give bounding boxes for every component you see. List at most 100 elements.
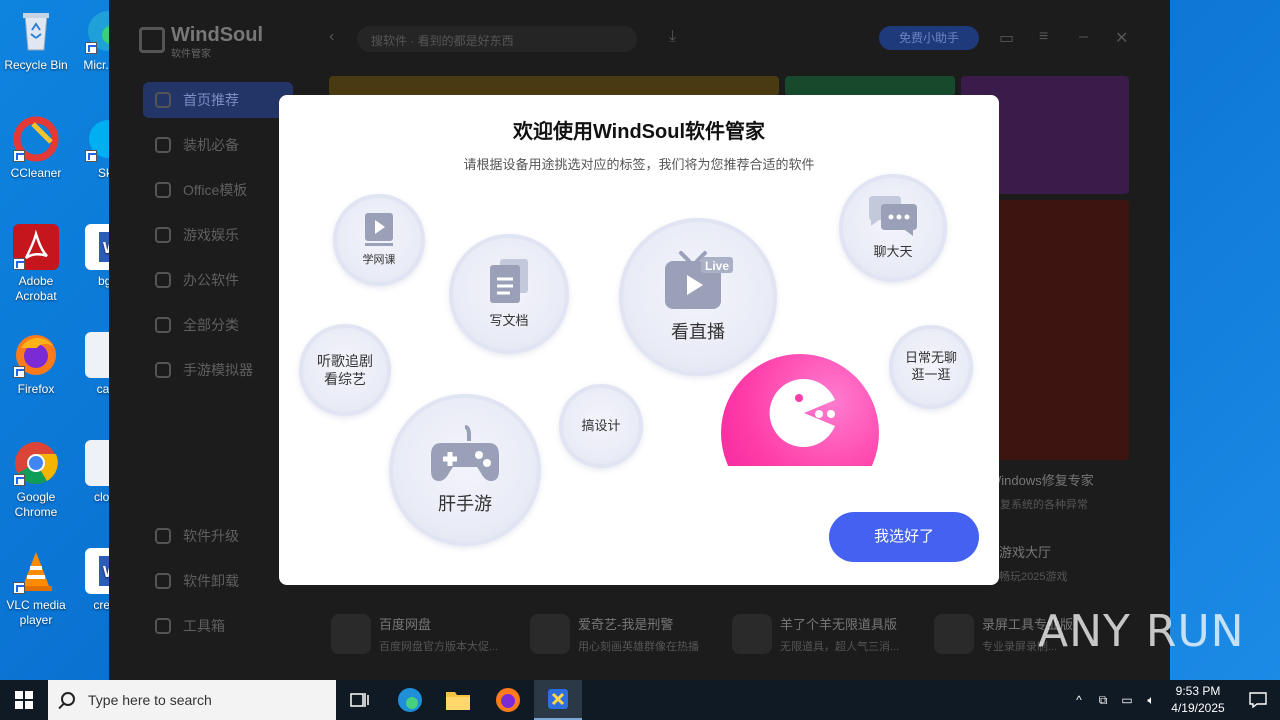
firefox-icon [13,332,59,378]
banner-tile[interactable] [329,76,779,96]
sidebar-item-office-software[interactable]: 办公软件 [143,262,293,298]
tag-label: 学网课 [362,253,396,266]
edge-icon [398,688,422,712]
taskbar-file-explorer[interactable] [434,680,482,720]
pacman-icon [769,379,835,447]
sidebar-item-label: 软件卸载 [183,573,239,589]
monitor-icon [155,137,171,153]
desktop-icon-adobe-acrobat[interactable]: Adobe Acrobat [0,224,72,304]
display-icon[interactable]: ▭ [1116,680,1138,720]
tag-label: 看直播 [671,322,725,343]
tag-label: 搞设计 [581,417,621,433]
sidebar-item-all-categories[interactable]: 全部分类 [143,307,293,343]
tag-mobile-games[interactable]: 肝手游 [389,394,541,546]
tag-bored-browse[interactable]: 日常无聊 逛一逛 [889,325,973,409]
confirm-button[interactable]: 我选好了 [829,512,979,562]
desktop-icon-google-chrome[interactable]: Google Chrome [0,440,72,520]
shortcut-arrow-icon [13,366,25,378]
taskbar-search-input[interactable]: Type here to search [48,680,336,720]
anyrun-watermark: ANY RUN [1038,606,1245,657]
bottom-app-subtitle: 百度网盘官方版本大促... [379,641,499,653]
download-icon[interactable]: ⤓ [669,28,676,46]
bottom-app-title: 羊了个羊无限道具版 [780,617,898,632]
volume-icon[interactable]: 🔈︎ [1140,680,1162,720]
tag-online-course[interactable]: 学网课 [333,194,425,286]
sidebar-item-essentials[interactable]: 装机必备 [143,127,293,163]
sheep-game-icon [732,614,772,654]
sidebar-item-label: 游戏娱乐 [183,227,239,243]
sidebar-item-uninstall[interactable]: 软件卸载 [143,563,293,599]
sidebar-item-office[interactable]: Office模板 [143,172,293,208]
desktop-icon-recycle-bin[interactable]: Recycle Bin [0,8,72,73]
phone-icon [155,362,171,378]
message-icon[interactable]: ▭ [999,28,1014,48]
sidebar-item-emulator[interactable]: 手游模拟器 [143,352,293,388]
sidebar-item-toolbox[interactable]: 工具箱 [143,608,293,644]
notification-center-button[interactable] [1236,680,1280,720]
taskbar-edge[interactable] [386,680,434,720]
upgrade-icon [155,528,171,544]
home-icon [155,92,171,108]
minimize-icon[interactable]: – [1079,28,1088,46]
baidu-netdisk-icon [331,614,371,654]
back-arrow-icon[interactable]: ‹ [329,28,334,46]
dialog-subtitle: 请根据设备用途挑选对应的标签，我们将为您推荐合适的软件 [463,157,815,172]
dialog-title: 欢迎使用WindSoul软件管家 [512,121,766,143]
document-icon [490,258,528,303]
show-hidden-icons[interactable]: ^ [1068,680,1090,720]
tag-design[interactable]: 搞设计 [559,384,643,468]
anyrun-play-logo-icon [1038,606,1228,670]
sidebar-item-label: 手游模拟器 [183,362,253,378]
shortcut-arrow-icon [13,150,25,162]
tag-label: 日常无聊 逛一逛 [904,350,957,382]
right-panel-text: 游戏大厅 [999,545,1052,560]
menu-icon[interactable]: ≡ [1039,28,1048,46]
shortcut-arrow-icon [13,474,25,486]
gamepad-icon [155,227,171,243]
tag-chat[interactable]: 聊大天 [839,174,947,282]
banner-tile[interactable] [785,76,955,96]
chrome-icon [13,440,59,486]
desktop-icon-firefox[interactable]: Firefox [0,332,72,397]
windows-logo-icon [15,691,33,709]
live-tv-icon: Live [665,251,733,310]
sidebar-item-label: 首页推荐 [183,92,239,108]
recycle-bin-icon [13,8,59,54]
desktop-icon-vlc[interactable]: VLC media player [0,548,72,628]
bottom-app-item[interactable]: 百度网盘 百度网盘官方版本大促... [331,612,521,656]
desktop-icon-ccleaner[interactable]: CCleaner [0,116,72,181]
tag-write-docs[interactable]: 写文档 [449,234,569,354]
start-button[interactable] [0,680,48,720]
toolbox-icon [155,618,171,634]
sidebar-item-home[interactable]: 首页推荐 [143,82,293,118]
sidebar-item-label: Office模板 [183,182,248,198]
notification-icon [1249,692,1267,708]
tag-music-variety[interactable]: 听歌追剧 看综艺 [299,324,391,416]
vip-button[interactable]: 免费小助手 [879,26,979,50]
gamepad-icon [431,425,499,482]
search-placeholder: Type here to search [88,692,212,708]
sidebar-item-upgrade[interactable]: 软件升级 [143,518,293,554]
desktop-icon-label: VLC media player [6,598,66,627]
grid-icon [155,317,171,333]
app-search-input[interactable]: 搜软件 · 看到的都是好东西 [357,26,637,52]
firefox-icon [496,688,520,712]
video-lesson-icon [365,212,393,246]
close-icon[interactable]: ✕ [1115,28,1128,48]
clock-date: 4/19/2025 [1171,701,1225,715]
taskbar-windsoul[interactable] [534,680,582,720]
brand-subtitle: 软件管家 [171,49,211,60]
network-icon[interactable]: ⧉ [1092,680,1114,720]
tag-live-stream[interactable]: Live 看直播 [619,218,777,376]
task-view-button[interactable] [336,680,384,720]
bottom-app-item[interactable]: 羊了个羊无限道具版 无限道具，超人气三消... [732,612,922,656]
sidebar-item-games[interactable]: 游戏娱乐 [143,217,293,253]
shortcut-arrow-icon [13,258,25,270]
system-clock[interactable]: 9:53 PM 4/19/2025 [1160,683,1236,717]
desktop-icon-label: CCleaner [10,166,62,180]
tag-label: 肝手游 [438,494,492,515]
taskbar-firefox[interactable] [484,680,532,720]
bottom-app-item[interactable]: 爱奇艺-我是刑警 用心刻画英雄群像在热播 [530,612,720,656]
windsoul-logo-icon [139,27,165,53]
acrobat-icon [13,224,59,270]
